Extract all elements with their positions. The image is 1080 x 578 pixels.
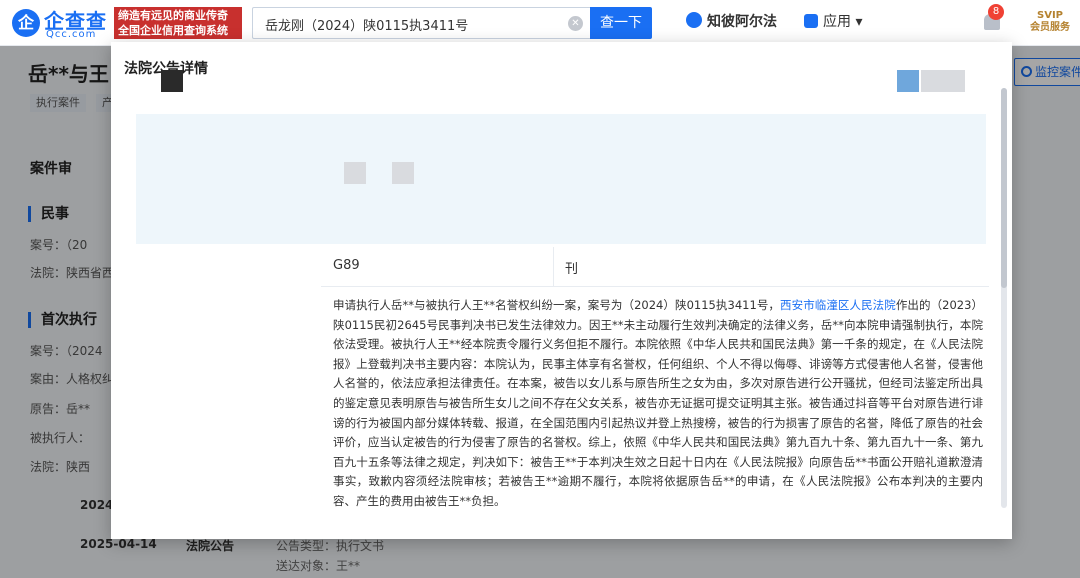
- redaction-mark: [921, 70, 965, 92]
- column-divider: [553, 247, 554, 287]
- slogan-banner: 缔造有远见的商业传奇 全国企业信用查询系统: [114, 7, 242, 39]
- search-input-value[interactable]: 岳龙刚（2024）陕0115执3411号: [265, 15, 468, 34]
- notice-text-part-1: 申请执行人岳**与被执行人王**名誉权纠纷一案，案号为（2024）陕0115执3…: [333, 298, 781, 312]
- apps-grid-icon: [804, 14, 818, 28]
- modal-scroll-thumb[interactable]: [1001, 88, 1007, 288]
- notice-text-part-2: 作出的（2023）陕0115民初2645号民事判决书已发生法律效力。因王**未主…: [333, 298, 984, 508]
- zhibo-alpha-link[interactable]: 知彼阿尔法: [686, 11, 777, 31]
- redaction-mark: [392, 162, 414, 184]
- notice-publication: 刊: [565, 262, 579, 277]
- svip-member-link[interactable]: SVIP 会员服务: [1030, 10, 1070, 34]
- modal-scrollbar[interactable]: [1001, 88, 1007, 508]
- court-link[interactable]: 西安市临潼区人民法院: [780, 298, 896, 312]
- zhibo-label: 知彼阿尔法: [707, 14, 777, 30]
- svip-sub-label: 会员服务: [1030, 22, 1070, 33]
- notice-body: 申请执行人岳**与被执行人王**名誉权纠纷一案，案号为（2024）陕0115执3…: [333, 296, 983, 512]
- clear-search-icon[interactable]: ✕: [568, 16, 583, 31]
- apps-label: 应用: [823, 14, 851, 30]
- court-notice-modal: 法院公告详情 G89 刊 申请执行人岳**与被执行人王**名誉权纠纷一案，案号为…: [111, 42, 1012, 539]
- apps-menu[interactable]: 应用 ▾: [804, 11, 862, 31]
- redaction-mark: [161, 70, 183, 92]
- redaction-mark: [897, 70, 919, 92]
- slogan-line-1: 缔造有远见的商业传奇: [118, 9, 228, 22]
- redacted-region: [136, 114, 986, 244]
- top-navbar: 企 企查查 Qcc.com 缔造有远见的商业传奇 全国企业信用查询系统 岳龙刚（…: [0, 0, 1080, 46]
- search-input[interactable]: 岳龙刚（2024）陕0115执3411号 ✕: [252, 7, 592, 39]
- slogan-line-2: 全国企业信用查询系统: [118, 24, 228, 37]
- notice-code: G89: [333, 258, 360, 273]
- redaction-mark: [344, 162, 366, 184]
- svip-label: SVIP: [1037, 10, 1063, 21]
- notification-badge: 8: [988, 4, 1004, 20]
- qcc-logo-icon[interactable]: 企: [12, 9, 40, 37]
- zhibo-logo-icon: [686, 12, 702, 28]
- qcc-logo-domain: Qcc.com: [46, 29, 97, 40]
- row-divider: [321, 286, 989, 287]
- search-button[interactable]: 查一下: [590, 7, 652, 39]
